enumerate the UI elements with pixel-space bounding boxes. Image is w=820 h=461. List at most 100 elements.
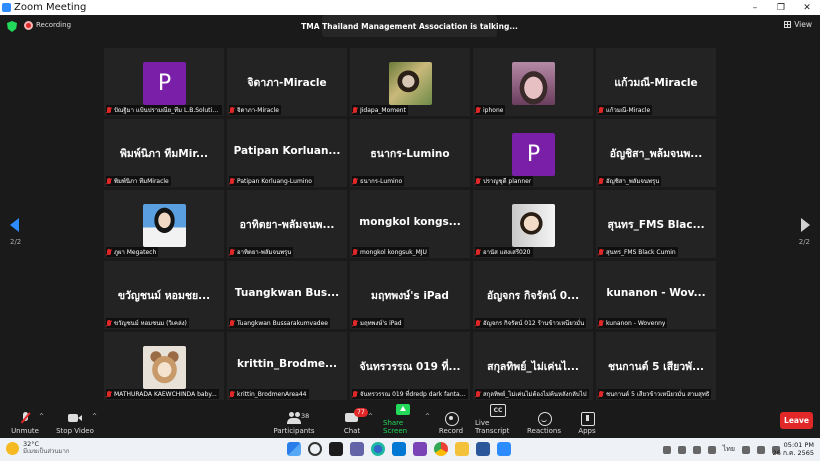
participant-name: สุนทร_FMS Black Cumin <box>606 249 676 256</box>
reactions-button[interactable]: Reactions <box>527 402 561 438</box>
volume-icon[interactable] <box>757 445 765 454</box>
participant-tile[interactable]: อานัส แสงเสรี020 <box>473 190 593 258</box>
participant-name-label: MATHURADA KAEWCHINDA baby... <box>106 389 219 399</box>
page-indicator-left: 2/2 <box>10 238 22 246</box>
encryption-shield-icon[interactable] <box>7 21 17 32</box>
file-explorer-icon[interactable] <box>455 442 469 456</box>
participant-name-label: ปัณฐิมา แป้นปรามณีย_ทีม L.B.Solution ... <box>106 105 222 115</box>
wifi-icon[interactable] <box>742 445 750 454</box>
participant-tile[interactable]: krittin_Brodme... krittin_BrodmenArea44 <box>227 332 347 400</box>
settings-icon[interactable] <box>707 445 716 454</box>
share-screen-button[interactable]: Share Screen <box>383 402 423 438</box>
participant-display-name: แก้วมณี-Miracle <box>614 77 698 89</box>
participants-button[interactable]: Participants <box>273 402 315 438</box>
window-controls: – ❐ ✕ <box>742 0 820 15</box>
participant-tile[interactable]: Jidapa_Moment <box>350 48 470 116</box>
word-icon[interactable] <box>476 442 490 456</box>
apps-button[interactable]: Apps <box>576 402 598 438</box>
participant-tile[interactable]: มฤทพงษ์'s iPad มฤทพงษ์'s iPad <box>350 261 470 329</box>
search-icon[interactable] <box>308 442 322 456</box>
cloud-icon[interactable] <box>677 445 686 454</box>
chrome-icon[interactable] <box>434 442 448 456</box>
participant-tile[interactable]: อัญจกร กิจรัตน์ 0... อัญจกร กิจรัตน์ 012… <box>473 261 593 329</box>
participant-name-label: มฤทพงษ์'s iPad <box>352 318 404 328</box>
participant-tile[interactable]: อาทิตยา-พลัมจนพ... อาทิตยา-พลัมจนพรุน <box>227 190 347 258</box>
audio-options-chevron-icon[interactable]: ^ <box>39 413 44 420</box>
video-options-chevron-icon[interactable]: ^ <box>92 413 97 420</box>
mail-icon[interactable] <box>392 442 406 456</box>
participant-display-name: สุนทร_FMS Blac... <box>607 219 705 231</box>
participant-name: อานัส แสงเสรี020 <box>483 249 531 256</box>
previous-page-arrow-icon[interactable] <box>10 218 19 232</box>
participant-name-label: สกุลทิพย์_ไม่เค่นไม่ต้องไม่ค้นหลังกลับไป <box>475 389 589 399</box>
meeting-toolbar: Unmute ^ Stop Video ^ Participants 38 Ch… <box>0 402 820 438</box>
live-transcript-button[interactable]: Live Transcript <box>475 402 519 438</box>
participant-display-name: krittin_Brodme... <box>236 358 338 370</box>
participant-name-label: krittin_BrodmenArea44 <box>229 389 309 399</box>
record-button[interactable]: Record <box>438 402 464 438</box>
mic-muted-icon <box>352 106 358 114</box>
participant-tile[interactable]: MATHURADA KAEWCHINDA baby... <box>104 332 224 400</box>
dropbox-icon[interactable] <box>692 445 701 454</box>
participant-tile[interactable]: สกุลทิพย์_ไม่เค่นไ... สกุลทิพย์_ไม่เค่นไ… <box>473 332 593 400</box>
participant-tile[interactable]: ภูผา Megatech <box>104 190 224 258</box>
photos-icon[interactable] <box>413 442 427 456</box>
share-options-chevron-icon[interactable]: ^ <box>425 413 430 420</box>
clock[interactable]: 05:01 PM 26 ก.ค. 2565 <box>773 441 814 457</box>
teams-chat-icon[interactable] <box>350 442 364 456</box>
participant-tile[interactable]: Tuangkwan Bus... Tuangkwan Bussarakumvad… <box>227 261 347 329</box>
start-windows-icon[interactable] <box>287 442 301 456</box>
participant-tile[interactable]: ธนากร-Lumino ธนากร-Lumino <box>350 119 470 187</box>
chat-label: Chat <box>343 427 361 435</box>
stop-video-button[interactable]: Stop Video <box>56 402 94 438</box>
participant-tile[interactable]: P ปัณฐิมา แป้นปรามณีย_ทีม L.B.Solution .… <box>104 48 224 116</box>
mic-muted-icon <box>352 319 358 327</box>
zoom-window: Zoom Meeting – ❐ ✕ Recording View TMA Th… <box>0 0 820 461</box>
mic-muted-icon <box>475 390 481 398</box>
weather-widget[interactable]: 32°C มีเมฆเป็นส่วนมาก <box>6 440 69 456</box>
grid-view-icon <box>784 21 792 28</box>
language-indicator[interactable]: ไทย <box>723 444 735 455</box>
participant-display-name: Tuangkwan Bus... <box>234 287 340 299</box>
view-button[interactable]: View <box>784 20 812 29</box>
participant-name: kunanon - Wovenny <box>606 319 666 327</box>
participant-tile[interactable]: อัญชิสา_พล้มจนพ... อัญชิสา_พลัมจนพรุน <box>596 119 716 187</box>
participant-display-name: มฤทพงษ์'s iPad <box>371 290 449 302</box>
participant-tile[interactable]: จิดาภา-Miracle จิดาภา-Miracle <box>227 48 347 116</box>
participant-tile[interactable]: สุนทร_FMS Blac... สุนทร_FMS Black Cumin <box>596 190 716 258</box>
clock-time: 05:01 PM <box>783 441 814 449</box>
participant-tile[interactable]: kunanon - Wov... kunanon - Wovenny <box>596 261 716 329</box>
mic-muted-icon <box>229 319 235 327</box>
task-view-icon[interactable] <box>329 442 343 456</box>
participant-tile[interactable]: P ปราญชุดี planner <box>473 119 593 187</box>
participant-tile[interactable]: Patipan Korluan... Patipan Korluang-Lumi… <box>227 119 347 187</box>
close-button[interactable]: ✕ <box>794 0 820 15</box>
leave-button[interactable]: Leave <box>780 412 813 429</box>
edge-icon[interactable] <box>371 442 385 456</box>
minimize-button[interactable]: – <box>742 0 768 15</box>
next-page-arrow-icon[interactable] <box>801 218 810 232</box>
participant-display-name: อัญจกร กิจรัตน์ 0... <box>486 290 580 302</box>
mic-muted-icon <box>106 177 112 185</box>
participant-tile[interactable]: ชนกานต์ 5 เสียวพั... ชนกานต์ 5 เสียวข้าว… <box>596 332 716 400</box>
chat-options-chevron-icon[interactable]: ^ <box>368 413 373 420</box>
restore-button[interactable]: ❐ <box>768 0 794 15</box>
record-label: Record <box>438 427 464 435</box>
participant-tile[interactable]: แก้วมณี-Miracle แก้วมณี-Miracle <box>596 48 716 116</box>
participant-video <box>143 346 186 389</box>
participant-name-label: อัญจกร กิจรัตน์ 012 ร้านข้าวเหนียวมั่น <box>475 318 587 328</box>
participant-name-label: ปราญชุดี planner <box>475 176 534 186</box>
participant-tile[interactable]: พิมพ์นิภา ทีมMir... พิมพ์นิภา ทีมMiracle <box>104 119 224 187</box>
participant-tile[interactable]: iphone <box>473 48 593 116</box>
mic-muted-icon <box>475 319 481 327</box>
zoom-taskbar-icon[interactable] <box>497 442 511 456</box>
mic-muted-icon <box>598 390 604 398</box>
unmute-button[interactable]: Unmute <box>10 402 40 438</box>
participant-tile[interactable]: จันทรวรรณ 019 ที่... จันทรวรรณ 019 ที่dr… <box>350 332 470 400</box>
mic-muted-icon <box>106 319 112 327</box>
system-tray: ไทย <box>662 444 780 455</box>
participant-name: ธนากร-Lumino <box>360 178 403 185</box>
participant-tile[interactable]: mongkol kongs... mongkol kongsuk_MJU <box>350 190 470 258</box>
tray-chevron-icon[interactable] <box>662 445 671 454</box>
participant-tile[interactable]: ขวัญชนม์ หอมชย... ขวัญชนม์ หอมชนม (วิเคล… <box>104 261 224 329</box>
